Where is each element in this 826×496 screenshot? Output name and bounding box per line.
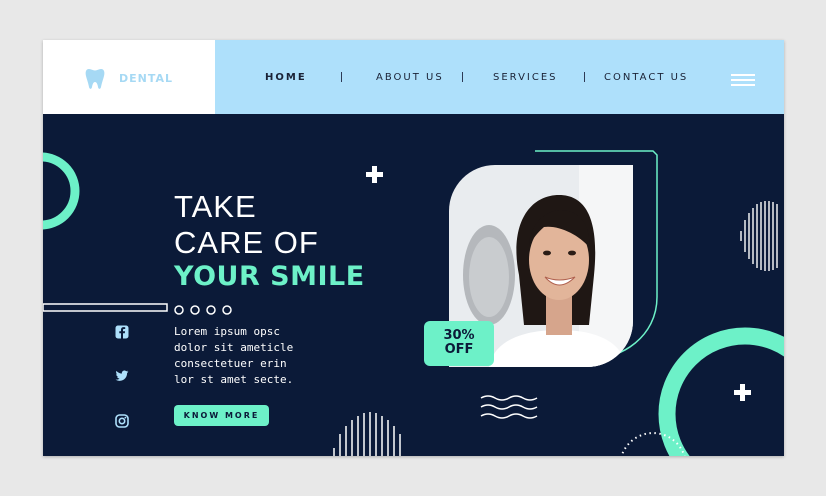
wave-decoration bbox=[480, 395, 538, 419]
hero-title-accent: YOUR SMILE bbox=[174, 261, 365, 292]
tooth-icon bbox=[85, 69, 105, 89]
hamburger-icon[interactable] bbox=[731, 74, 755, 88]
description-line: dolor sit ameticle bbox=[174, 341, 294, 354]
plus-icon bbox=[366, 166, 383, 183]
instagram-icon[interactable] bbox=[115, 414, 129, 428]
striped-semicircle-decoration bbox=[333, 412, 401, 456]
nav-about-us[interactable]: ABOUT US bbox=[376, 72, 444, 83]
nav-contact-us[interactable]: CONTACT US bbox=[604, 72, 688, 83]
slider-dots[interactable] bbox=[174, 304, 236, 316]
nav-separator bbox=[341, 72, 342, 82]
line-decoration bbox=[43, 303, 168, 312]
logo[interactable]: DENTAL bbox=[43, 40, 215, 114]
twitter-icon[interactable] bbox=[115, 369, 129, 383]
discount-label: OFF bbox=[444, 342, 474, 357]
striped-circle-decoration bbox=[740, 201, 778, 271]
description-line: lor st amet secte. bbox=[174, 373, 294, 386]
hero-title-line-1: TAKE bbox=[174, 189, 257, 224]
dotted-arc-decoration bbox=[620, 432, 686, 456]
description-line: Lorem ipsum opsc bbox=[174, 325, 280, 338]
ring-decoration bbox=[43, 152, 80, 230]
discount-percent: 30% bbox=[443, 328, 475, 343]
nav-home[interactable]: HOME bbox=[265, 72, 307, 83]
brand-name: DENTAL bbox=[119, 72, 174, 85]
discount-badge: 30% OFF bbox=[424, 321, 494, 366]
hero-title-line-2: CARE OF bbox=[174, 225, 319, 260]
plus-icon bbox=[734, 384, 751, 401]
nav-services[interactable]: SERVICES bbox=[493, 72, 558, 83]
hero-description: Lorem ipsum opsc dolor sit ameticle cons… bbox=[174, 324, 304, 388]
header: DENTAL HOME ABOUT US SERVICES CONTACT US bbox=[43, 40, 784, 114]
know-more-button[interactable]: KNOW MORE bbox=[174, 405, 269, 426]
landing-page: DENTAL HOME ABOUT US SERVICES CONTACT US bbox=[43, 40, 784, 456]
nav-separator bbox=[462, 72, 463, 82]
description-line: consectetuer erin bbox=[174, 357, 287, 370]
facebook-icon[interactable] bbox=[115, 325, 129, 339]
nav-separator bbox=[584, 72, 585, 82]
